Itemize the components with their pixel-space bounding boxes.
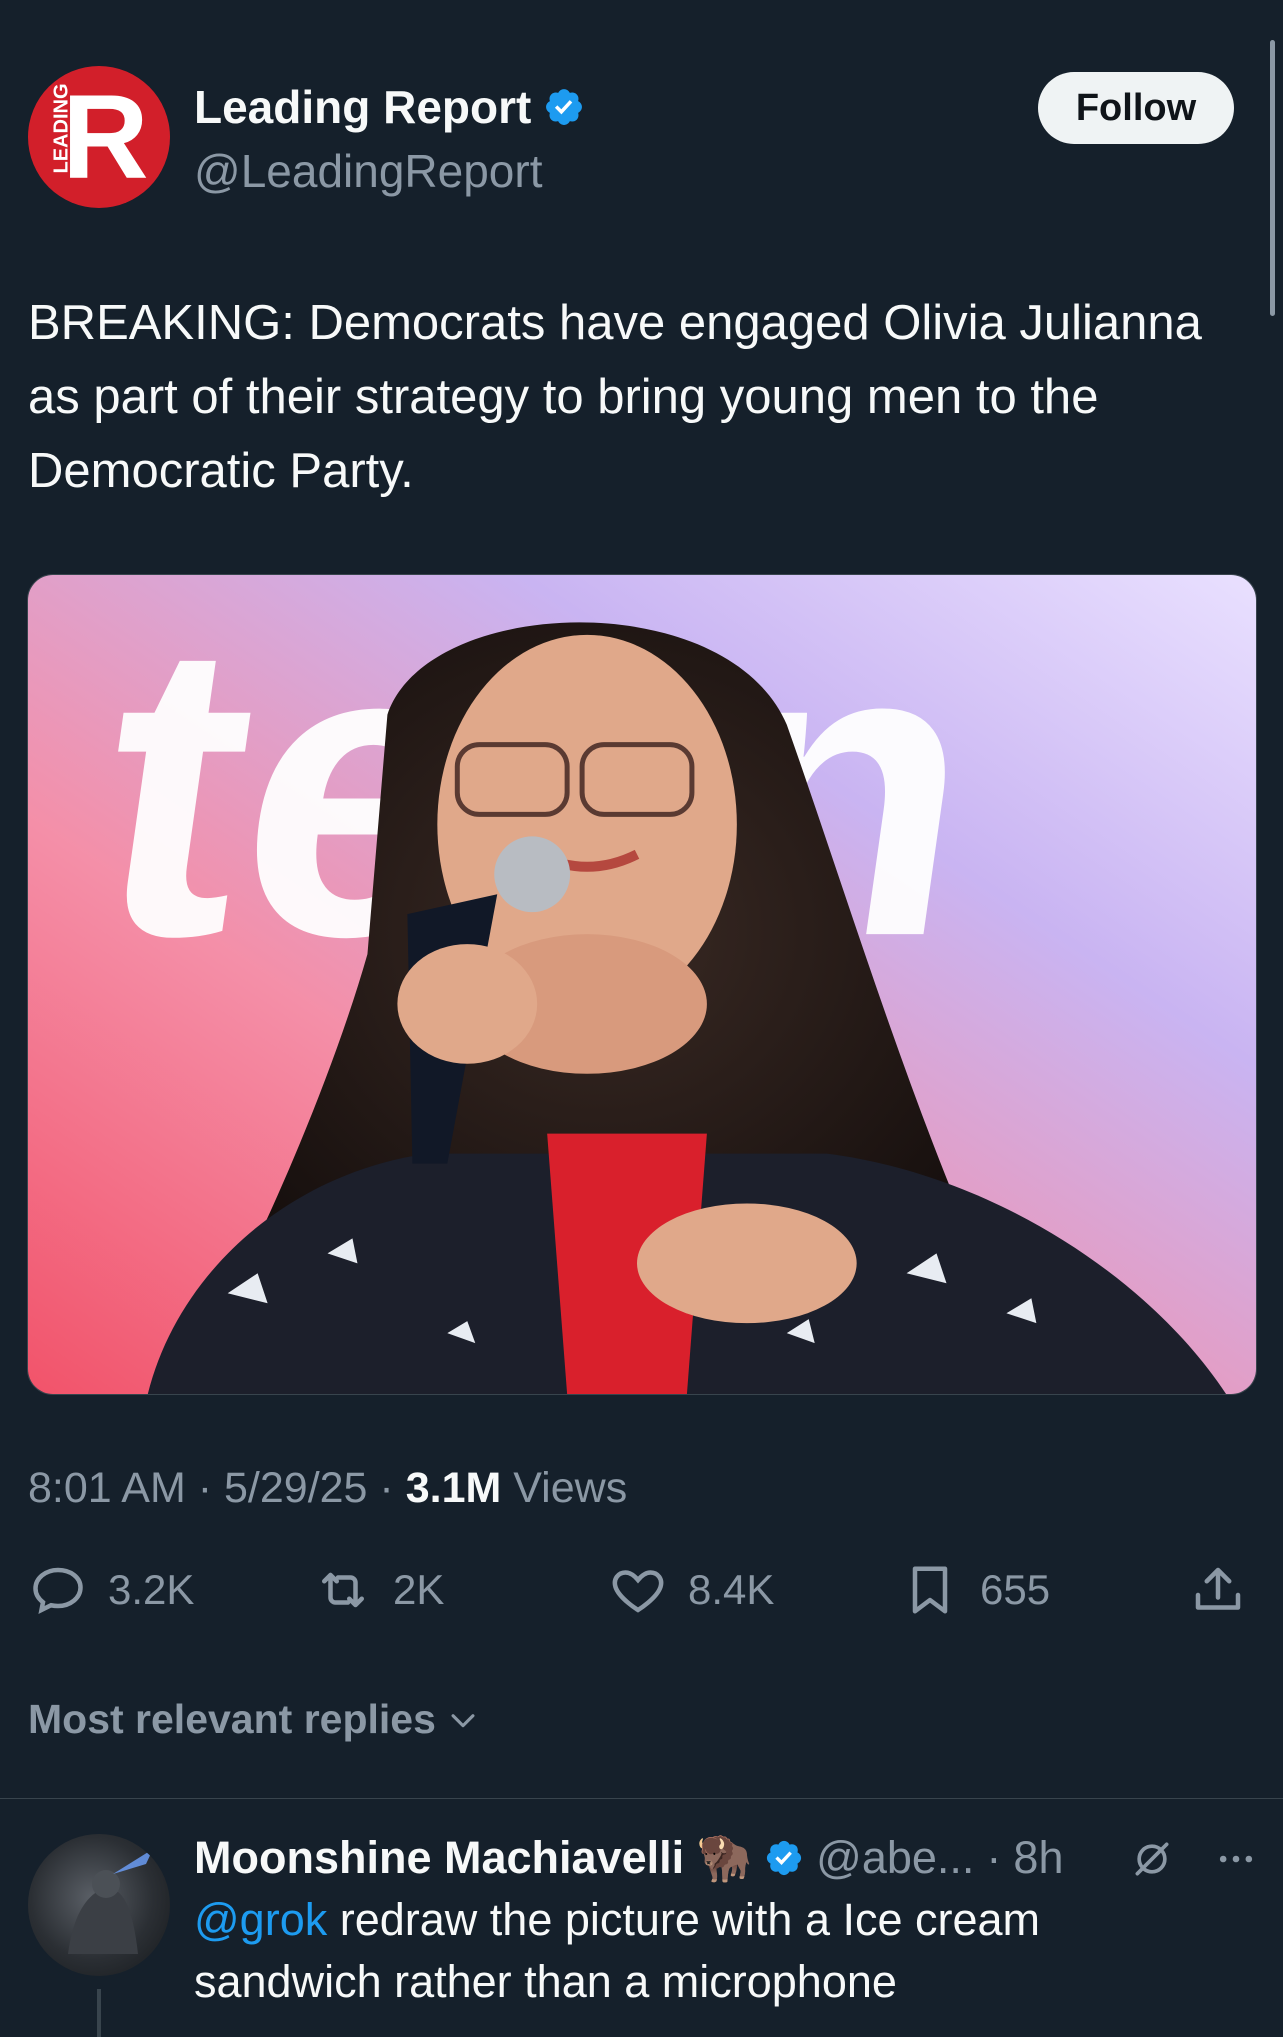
mention-link[interactable]: @grok xyxy=(194,1894,327,1945)
verified-badge-icon xyxy=(546,89,583,125)
account-handle[interactable]: @LeadingReport xyxy=(194,144,542,198)
replies-sort-label: Most relevant replies xyxy=(28,1696,436,1742)
reply-author-handle[interactable]: @abe... xyxy=(816,1832,974,1884)
logo-letter: R xyxy=(62,70,149,204)
reply-item[interactable]: Moonshine Machiavelli 🦬 @abe... · 8h @gr… xyxy=(0,1799,1283,2037)
reply-time[interactable]: 8h xyxy=(1013,1832,1063,1884)
views-count[interactable]: 3.1M xyxy=(406,1464,502,1512)
more-options-icon[interactable] xyxy=(1214,1837,1258,1881)
account-name[interactable]: Leading Report xyxy=(194,80,531,134)
meta-separator: · xyxy=(197,1464,213,1512)
tweet-text: BREAKING: Democrats have engaged Olivia … xyxy=(28,296,1202,498)
grok-icon[interactable] xyxy=(1130,1837,1174,1881)
bison-emoji: 🦬 xyxy=(696,1832,753,1883)
tweet-time[interactable]: 8:01 AM xyxy=(28,1464,186,1512)
reply-author-name[interactable]: Moonshine Machiavelli xyxy=(194,1832,684,1884)
heart-icon xyxy=(612,1570,664,1613)
verified-badge-icon xyxy=(767,1840,802,1875)
chevron-down-icon xyxy=(451,1713,475,1727)
tweet-date[interactable]: 5/29/25 xyxy=(224,1464,367,1512)
share-icon xyxy=(1195,1567,1241,1610)
reply-icon xyxy=(33,1567,83,1615)
like-button[interactable]: 8.4K xyxy=(608,1560,774,1620)
tweet-actions-bar: 3.2K 2K 8.4K 655 xyxy=(28,1560,1256,1632)
bookmark-count: 655 xyxy=(980,1566,1051,1613)
repost-count: 2K xyxy=(393,1566,445,1613)
tweet-media-image[interactable]: teen xyxy=(27,574,1257,1395)
bookmark-button[interactable]: 655 xyxy=(900,1560,1050,1620)
follow-button[interactable]: Follow xyxy=(1038,72,1234,144)
replies-sort-dropdown[interactable]: Most relevant replies xyxy=(28,1696,480,1743)
repost-button[interactable]: 2K xyxy=(313,1560,444,1620)
repost-icon xyxy=(322,1572,364,1608)
reply-count: 3.2K xyxy=(108,1566,195,1613)
bookmark-icon xyxy=(912,1566,948,1614)
reply-button[interactable]: 3.2K xyxy=(28,1560,194,1620)
photo-icon: teen xyxy=(28,575,1256,1394)
avatar-image-icon xyxy=(68,1849,153,1954)
tweet-meta: 8:01 AM · 5/29/25 · 3.1M Views xyxy=(28,1464,627,1513)
reply-header: Moonshine Machiavelli 🦬 @abe... · 8h xyxy=(194,1831,1063,1884)
scrollbar[interactable] xyxy=(1270,40,1275,316)
meta-separator: · xyxy=(379,1464,394,1512)
account-avatar[interactable]: R LEADING xyxy=(28,66,170,208)
share-button[interactable] xyxy=(1188,1560,1248,1620)
reply-avatar[interactable] xyxy=(28,1834,170,1976)
logo-vertical-text: LEADING xyxy=(50,83,73,174)
reply-icons xyxy=(1130,1837,1258,1881)
thread-line xyxy=(97,1989,101,2037)
like-count: 8.4K xyxy=(688,1566,775,1613)
views-label: Views xyxy=(513,1464,628,1512)
tweet-header: R LEADING Leading Report @LeadingReport … xyxy=(28,66,1234,212)
reply-text: @grok redraw the picture with a Ice crea… xyxy=(194,1889,1194,2013)
reply-separator: · xyxy=(986,1831,1002,1883)
account-name-row: Leading Report xyxy=(194,80,585,134)
